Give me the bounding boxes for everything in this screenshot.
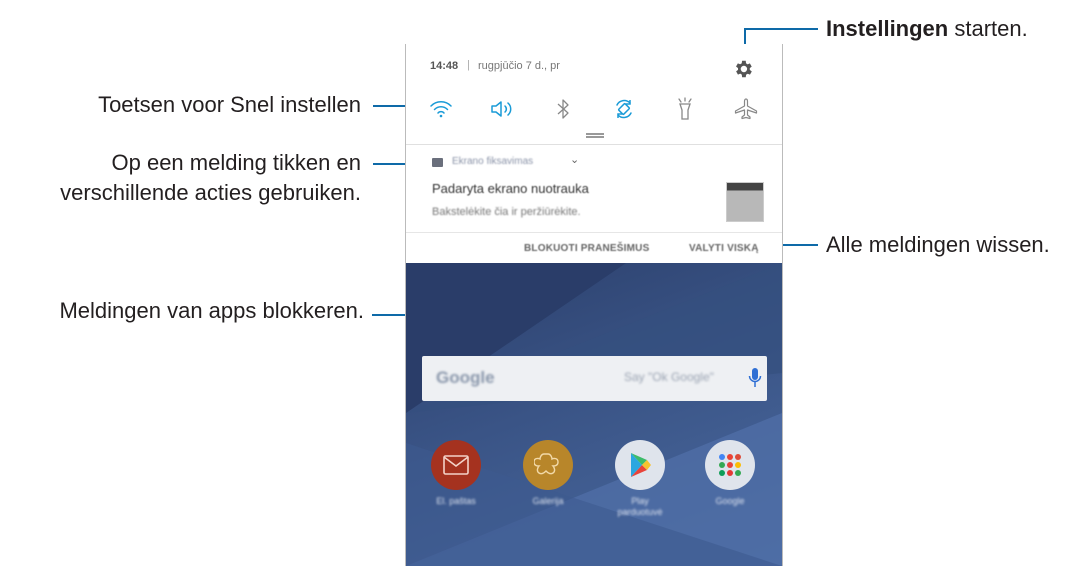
auto-rotate-icon[interactable] [611,96,637,122]
notification-title: Padaryta ekrano nuotrauka [432,181,589,196]
search-hint: Say "Ok Google" [624,370,714,384]
clear-all-callout-label: Alle meldingen wissen. [826,232,1050,257]
block-notifications-button[interactable]: BLOKUOTI PRANEŠIMUS [524,243,649,254]
block-apps-callout-label: Meldingen van apps blokkeren. [59,298,364,323]
chevron-down-icon[interactable]: ⌄ [570,153,579,166]
quick-settings-callout-line [373,105,407,107]
settings-callout-rest: starten. [948,16,1028,41]
sound-icon[interactable] [489,96,515,122]
app-gallery[interactable]: Galerija [522,440,574,507]
gallery-flower-icon [523,440,573,490]
app-email-label: El. paštas [436,496,476,506]
settings-gear-icon[interactable] [732,58,754,80]
notification-callout-line1: Op een melding tikken en [111,150,362,175]
panel-drag-handle[interactable] [586,133,604,135]
wallpaper-pattern [406,263,782,566]
settings-callout-bold: Instellingen [826,16,949,41]
notification-app-name: Ekrano fiksavimas [452,156,534,167]
status-date: rugpjūčio 7 d., pr [478,60,560,72]
email-icon [431,440,481,490]
app-play-store-label: Play parduotuvė [617,496,663,517]
wifi-icon[interactable] [428,96,454,122]
bluetooth-icon[interactable] [550,96,576,122]
notification-callout-line2: verschillende acties gebruiken. [60,180,361,205]
airplane-mode-icon[interactable] [733,96,759,122]
google-logo: Google [436,368,495,387]
app-play-store[interactable]: Play parduotuvė [614,440,666,518]
settings-callout-label: Instellingen starten. [826,14,1028,44]
status-time: 14:48 [430,60,459,72]
notification-panel-header: 14:48 | rugpjūčio 7 d., pr [406,44,782,90]
app-gallery-label: Galerija [532,496,564,506]
google-folder-icon [705,440,755,490]
google-search-bar[interactable]: Google Say "Ok Google" [422,356,767,401]
app-email[interactable]: El. paštas [430,440,482,507]
status-separator: | [467,59,470,71]
microphone-icon[interactable] [748,366,762,390]
notification-actions-row: BLOKUOTI PRANEŠIMUS VALYTI VISKĄ [406,232,782,264]
flashlight-icon[interactable] [672,96,698,122]
clear-all-button[interactable]: VALYTI VISKĄ [689,243,759,254]
app-google-folder-label: Google [715,496,745,506]
screenshot-thumbnail [726,182,764,222]
home-screen: Google Say "Ok Google" El. paštas Galeri… [406,263,782,566]
phone-screen: 14:48 | rugpjūčio 7 d., pr Ekrano fiksav… [405,44,783,566]
play-store-icon [615,440,665,490]
quick-settings-callout-label: Toetsen voor Snel instellen [98,92,361,117]
notification-callout-line [373,163,407,165]
screenshot-notification-card[interactable]: Ekrano fiksavimas ⌄ Padaryta ekrano nuot… [406,148,782,232]
settings-callout-line-h [744,28,818,30]
notification-body: Bakstelėkite čia ir peržiūrėkite. [432,206,581,218]
quick-settings-row [410,89,776,129]
app-google-folder[interactable]: Google [704,440,756,507]
image-icon [432,158,443,167]
panel-divider [406,144,782,145]
